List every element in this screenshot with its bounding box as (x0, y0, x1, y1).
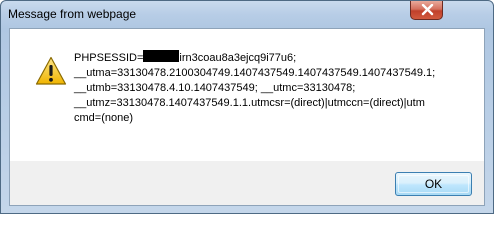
message-line: __utmz=33130478.1407437549.1.1.utmcsr=(d… (74, 97, 425, 109)
message-area: PHPSESSID= irn3coau8a3ejcq9i77u6; __utma=… (10, 29, 484, 161)
close-button[interactable] (410, 1, 443, 20)
window-title: Message from webpage (8, 7, 137, 21)
message-line: __utmb=33130478.4.10.1407437549; __utmc=… (74, 82, 356, 94)
title-bar[interactable]: Message from webpage (1, 1, 493, 27)
warning-icon (35, 56, 67, 85)
ok-button[interactable]: OK (395, 172, 472, 196)
message-text: PHPSESSID= irn3coau8a3ejcq9i77u6; __utma=… (74, 50, 474, 126)
message-fragment: PHPSESSID= (74, 52, 144, 64)
redaction-block (143, 50, 180, 62)
close-icon (421, 4, 434, 16)
message-fragment: irn3coau8a3ejcq9i77u6; (179, 52, 297, 64)
ok-button-label: OK (424, 177, 443, 191)
message-line: __utma=33130478.2100304749.1407437549.14… (74, 67, 436, 79)
message-line: PHPSESSID= irn3coau8a3ejcq9i77u6; (74, 50, 474, 66)
message-line: cmd=(none) (74, 112, 134, 124)
dialog-client-area: PHPSESSID= irn3coau8a3ejcq9i77u6; __utma=… (9, 28, 485, 206)
dialog-window: Message from webpage PHPSESSID= irn3coau… (0, 0, 494, 214)
